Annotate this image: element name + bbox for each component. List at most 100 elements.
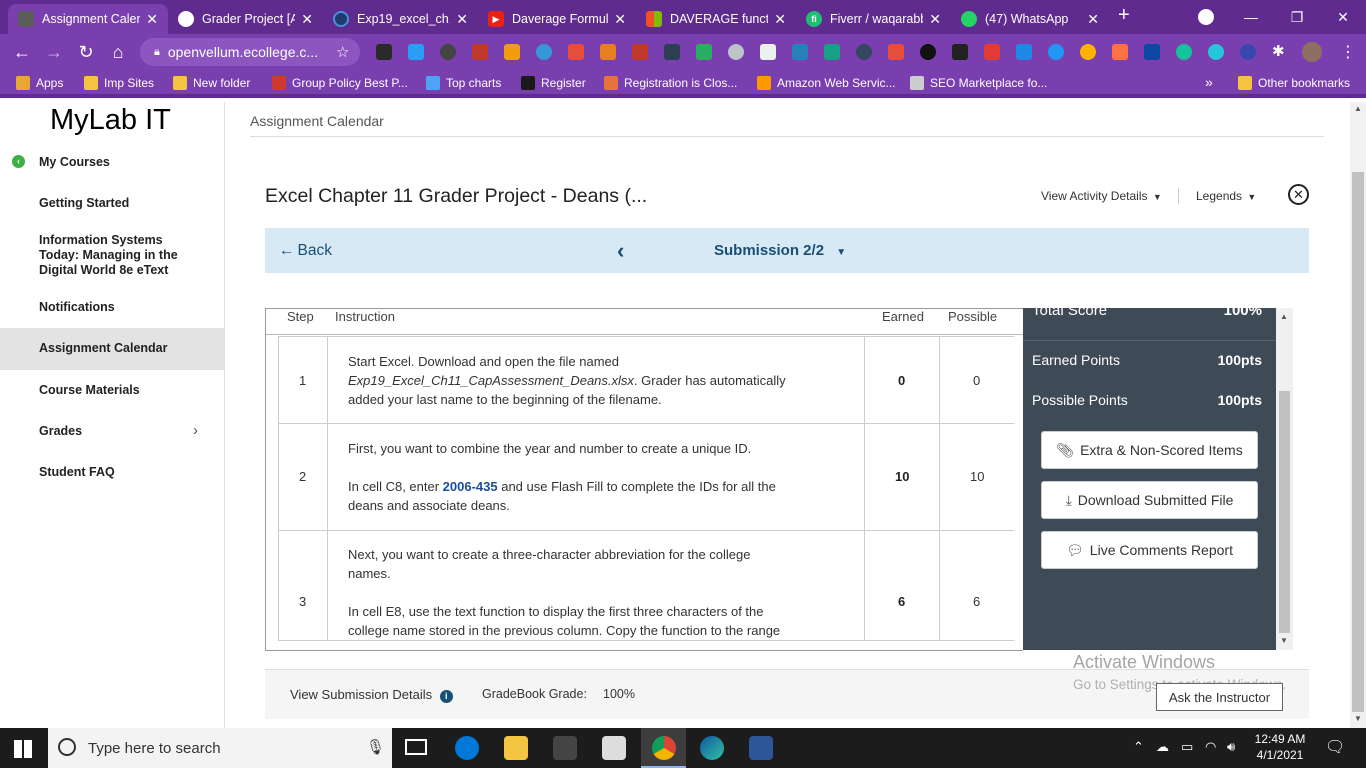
close-icon[interactable]: ✕	[1288, 184, 1309, 205]
previous-submission-icon[interactable]: ‹	[617, 238, 624, 264]
extension-icon[interactable]	[1112, 44, 1128, 60]
extension-icon[interactable]	[472, 44, 488, 60]
system-clock[interactable]: 12:49 AM 4/1/2021	[1250, 731, 1310, 763]
browser-tab-4[interactable]: ▶ Daverage Formul ✕	[478, 4, 636, 34]
live-comments-report-button[interactable]: 💬︎ Live Comments Report	[1041, 531, 1258, 569]
sidebar-item-notifications[interactable]: Notifications	[0, 300, 224, 314]
scroll-up-icon[interactable]: ▲	[1280, 312, 1288, 321]
extension-icon[interactable]	[504, 44, 520, 60]
windows-start-icon[interactable]	[14, 740, 32, 758]
close-icon[interactable]: ✕	[929, 11, 941, 28]
view-activity-details-button[interactable]: View Activity Details ▼	[1041, 189, 1162, 203]
microphone-icon[interactable]: 🎙︎	[366, 738, 385, 756]
browser-tab-2[interactable]: Grader Project [A ✕	[168, 4, 323, 34]
wifi-icon[interactable]: ◠	[1205, 739, 1216, 755]
extension-icon[interactable]	[760, 44, 776, 60]
extension-icon[interactable]	[824, 44, 840, 60]
bookmark-other[interactable]: Other bookmarks	[1238, 76, 1350, 90]
submission-selector[interactable]: Submission 2/2 ▼	[714, 242, 846, 259]
edge-legacy-icon[interactable]	[455, 736, 479, 760]
extension-icon[interactable]	[632, 44, 648, 60]
extension-icon[interactable]	[1016, 44, 1032, 60]
extension-icon[interactable]	[536, 44, 552, 60]
scrollbar-thumb[interactable]	[1352, 172, 1364, 712]
bookmark-seo[interactable]: SEO Marketplace fo...	[910, 76, 1047, 90]
more-bookmarks-button[interactable]: »	[1205, 74, 1213, 90]
extension-icon[interactable]	[728, 44, 744, 60]
sidebar-item-assignment-calendar[interactable]: Assignment Calendar	[0, 328, 224, 370]
sidebar-item-getting-started[interactable]: Getting Started	[0, 196, 224, 210]
close-icon[interactable]: ✕	[614, 11, 626, 28]
sidebar-item-etext[interactable]: Information Systems Today: Managing in t…	[0, 233, 224, 278]
extension-icon[interactable]	[888, 44, 904, 60]
extension-icon[interactable]	[408, 44, 424, 60]
extension-icon[interactable]	[664, 44, 680, 60]
sidebar-item-my-courses[interactable]: ‹ My Courses	[0, 155, 224, 175]
mail-icon[interactable]	[602, 736, 626, 760]
extension-icon[interactable]	[440, 44, 456, 60]
new-tab-button[interactable]: +	[1118, 4, 1130, 27]
extension-icon[interactable]	[1080, 44, 1096, 60]
ask-instructor-button[interactable]: Ask the Instructor	[1156, 683, 1283, 711]
extension-icon[interactable]	[568, 44, 584, 60]
view-submission-details-button[interactable]: View Submission Details i	[290, 687, 453, 703]
legends-button[interactable]: Legends ▼	[1196, 189, 1256, 203]
chevron-up-icon[interactable]: ⌃	[1133, 739, 1144, 755]
notification-icon[interactable]: 🗨︎	[1325, 737, 1345, 757]
extension-icon[interactable]	[984, 44, 1000, 60]
reload-icon[interactable]: ↻	[74, 40, 98, 64]
bookmark-top-charts[interactable]: Top charts	[426, 76, 501, 90]
close-icon[interactable]: ✕	[1087, 11, 1099, 28]
window-close-icon[interactable]: ✕	[1320, 0, 1366, 34]
close-icon[interactable]: ✕	[301, 11, 313, 28]
minimize-icon[interactable]: —	[1228, 0, 1274, 34]
back-button[interactable]: ← Back	[279, 242, 332, 260]
avatar[interactable]	[1302, 42, 1322, 62]
puzzle-icon[interactable]: ✱	[1272, 42, 1285, 60]
extra-non-scored-button[interactable]: 📎︎ Extra & Non-Scored Items	[1041, 431, 1258, 469]
close-icon[interactable]: ✕	[146, 11, 158, 28]
scrollbar-thumb[interactable]	[1279, 391, 1290, 633]
scroll-up-icon[interactable]: ▲	[1354, 104, 1362, 113]
extension-icon[interactable]	[696, 44, 712, 60]
sidebar-item-course-materials[interactable]: Course Materials	[0, 383, 224, 397]
bookmark-registration[interactable]: Registration is Clos...	[604, 76, 737, 90]
close-icon[interactable]: ✕	[774, 11, 786, 28]
volume-icon[interactable]: 🔊︎	[1227, 739, 1235, 755]
profile-menu-icon[interactable]	[1198, 9, 1214, 25]
bookmark-apps[interactable]: Apps	[16, 76, 63, 90]
battery-icon[interactable]: ▭	[1181, 739, 1193, 755]
extension-icon[interactable]	[856, 44, 872, 60]
extension-icon[interactable]	[1176, 44, 1192, 60]
taskbar-search-input[interactable]: Type here to search 🎙︎	[48, 728, 392, 768]
panel-scrollbar[interactable]: ▲ ▼	[1276, 308, 1293, 650]
extension-icon[interactable]	[952, 44, 968, 60]
extension-icon[interactable]	[920, 44, 936, 60]
extension-icon[interactable]	[1144, 44, 1160, 60]
extension-icon[interactable]	[792, 44, 808, 60]
scroll-down-icon[interactable]: ▼	[1354, 714, 1362, 723]
word-icon[interactable]	[749, 736, 773, 760]
task-view-icon[interactable]	[405, 739, 427, 755]
home-icon[interactable]: ⌂	[106, 40, 130, 64]
forward-arrow-icon[interactable]: →	[42, 40, 66, 64]
extension-icon[interactable]	[1240, 44, 1256, 60]
browser-tab-5[interactable]: DAVERAGE functi ✕	[636, 4, 796, 34]
star-icon[interactable]: ☆	[336, 43, 349, 61]
bookmark-aws[interactable]: Amazon Web Servic...	[757, 76, 896, 90]
kebab-menu-icon[interactable]: ⋮	[1340, 42, 1356, 62]
bookmark-group-policy[interactable]: Group Policy Best P...	[272, 76, 408, 90]
file-explorer-icon[interactable]	[504, 736, 528, 760]
extension-icon[interactable]	[376, 44, 392, 60]
browser-tab-6[interactable]: fi Fiverr / waqarabb ✕	[796, 4, 951, 34]
extension-icon[interactable]	[1208, 44, 1224, 60]
address-bar[interactable]: 🔒︎ openvellum.ecollege.c...	[140, 38, 360, 66]
extension-icon[interactable]	[600, 44, 616, 60]
browser-tab-7[interactable]: (47) WhatsApp ✕	[951, 4, 1109, 34]
extension-icon[interactable]	[1048, 44, 1064, 60]
bookmark-imp-sites[interactable]: Imp Sites	[84, 76, 154, 90]
edge-icon[interactable]	[700, 736, 724, 760]
sidebar-item-student-faq[interactable]: Student FAQ	[0, 465, 224, 479]
bookmark-register[interactable]: Register	[521, 76, 586, 90]
close-icon[interactable]: ✕	[456, 11, 468, 28]
